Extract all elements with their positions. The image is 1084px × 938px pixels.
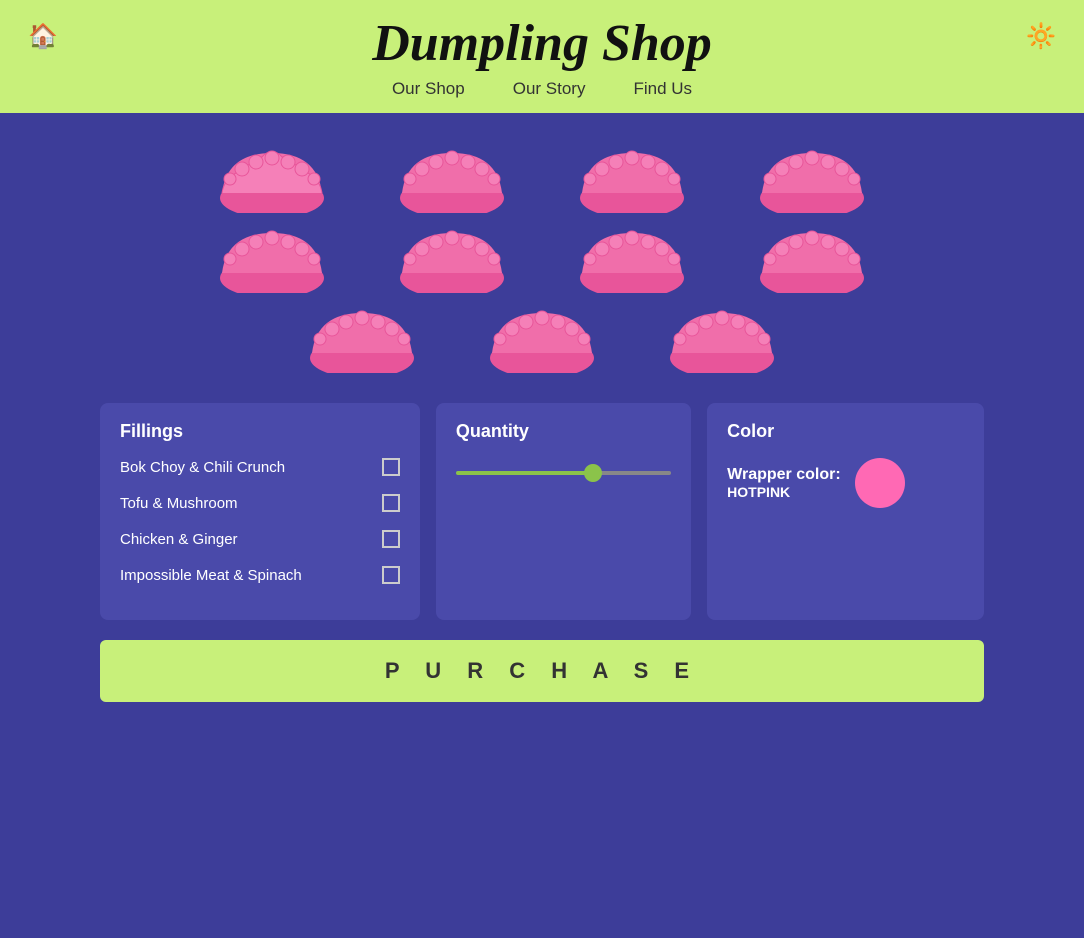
header-icons: 🏠 🔆 xyxy=(0,22,1084,51)
color-title: Color xyxy=(727,421,964,442)
dumplings-grid xyxy=(100,143,984,373)
fillings-panel: Fillings Bok Choy & Chili Crunch Tofu & … xyxy=(100,403,420,620)
filling-checkbox-chicken[interactable] xyxy=(382,530,400,548)
filling-item-impossible: Impossible Meat & Spinach xyxy=(120,566,400,584)
filling-checkbox-bok-choy[interactable] xyxy=(382,458,400,476)
filling-label-bok-choy: Bok Choy & Chili Crunch xyxy=(120,459,285,476)
filling-checkbox-tofu[interactable] xyxy=(382,494,400,512)
filling-checkbox-impossible[interactable] xyxy=(382,566,400,584)
main-content: Fillings Bok Choy & Chili Crunch Tofu & … xyxy=(0,113,1084,722)
settings-icon[interactable]: 🔆 xyxy=(1026,22,1056,51)
panels-container: Fillings Bok Choy & Chili Crunch Tofu & … xyxy=(100,403,984,620)
fillings-title: Fillings xyxy=(120,421,400,442)
filling-label-chicken: Chicken & Ginger xyxy=(120,531,238,548)
dumpling xyxy=(212,223,332,293)
dumpling xyxy=(572,223,692,293)
dumpling xyxy=(752,143,872,213)
nav-our-shop[interactable]: Our Shop xyxy=(392,79,465,99)
header: 🏠 🔆 Dumpling Shop Our Shop Our Story Fin… xyxy=(0,0,1084,113)
home-icon[interactable]: 🏠 xyxy=(28,22,58,51)
color-swatch xyxy=(855,458,905,508)
filling-item-tofu: Tofu & Mushroom xyxy=(120,494,400,512)
color-panel: Color Wrapper color: HOTPINK xyxy=(707,403,984,620)
dumpling xyxy=(392,143,512,213)
quantity-slider[interactable] xyxy=(456,471,671,475)
dumpling xyxy=(662,303,782,373)
color-display: Wrapper color: HOTPINK xyxy=(727,458,964,508)
dumplings-row-2 xyxy=(212,223,872,293)
filling-label-impossible: Impossible Meat & Spinach xyxy=(120,567,302,584)
dumpling xyxy=(752,223,872,293)
quantity-panel: Quantity xyxy=(436,403,691,620)
dumpling xyxy=(572,143,692,213)
nav-our-story[interactable]: Our Story xyxy=(513,79,586,99)
dumplings-row-3 xyxy=(302,303,782,373)
dumpling xyxy=(212,143,332,213)
purchase-button[interactable]: P U R C H A S E xyxy=(100,640,984,702)
dumpling xyxy=(482,303,602,373)
dumpling xyxy=(392,223,512,293)
dumplings-row-1 xyxy=(212,143,872,213)
filling-item-chicken: Chicken & Ginger xyxy=(120,530,400,548)
main-nav: Our Shop Our Story Find Us xyxy=(392,79,692,99)
dumpling xyxy=(302,303,422,373)
quantity-title: Quantity xyxy=(456,421,671,442)
slider-container xyxy=(456,462,671,480)
color-label: Wrapper color: HOTPINK xyxy=(727,466,841,500)
nav-find-us[interactable]: Find Us xyxy=(633,79,692,99)
filling-label-tofu: Tofu & Mushroom xyxy=(120,495,238,512)
filling-item-bok-choy: Bok Choy & Chili Crunch xyxy=(120,458,400,476)
